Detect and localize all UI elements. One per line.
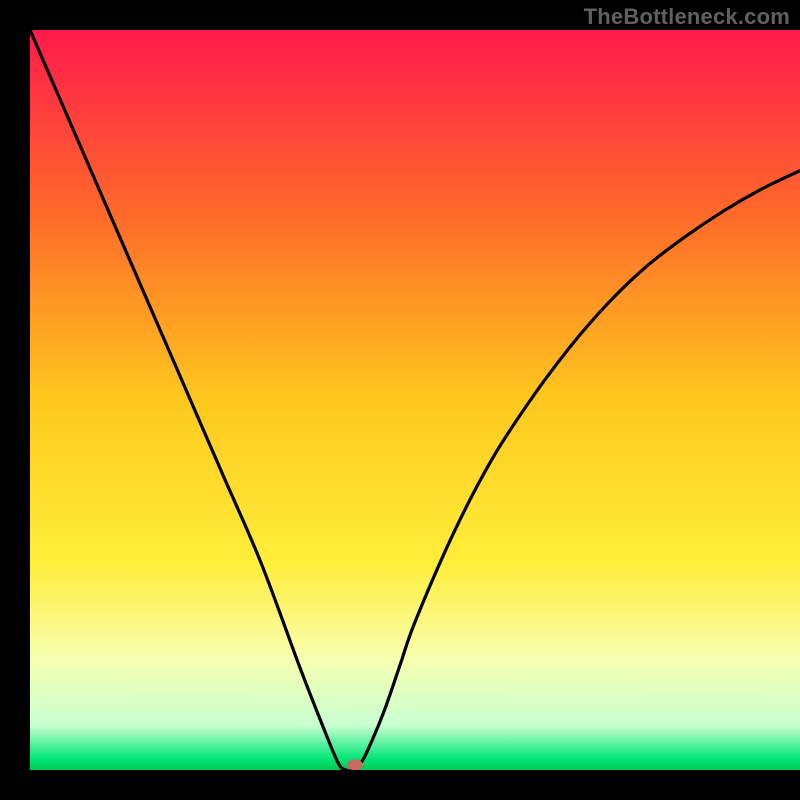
watermark-text: TheBottleneck.com xyxy=(584,4,790,30)
optimal-marker xyxy=(347,759,363,770)
gradient-background xyxy=(30,30,800,770)
chart-svg xyxy=(0,0,800,800)
chart-frame: TheBottleneck.com xyxy=(0,0,800,800)
